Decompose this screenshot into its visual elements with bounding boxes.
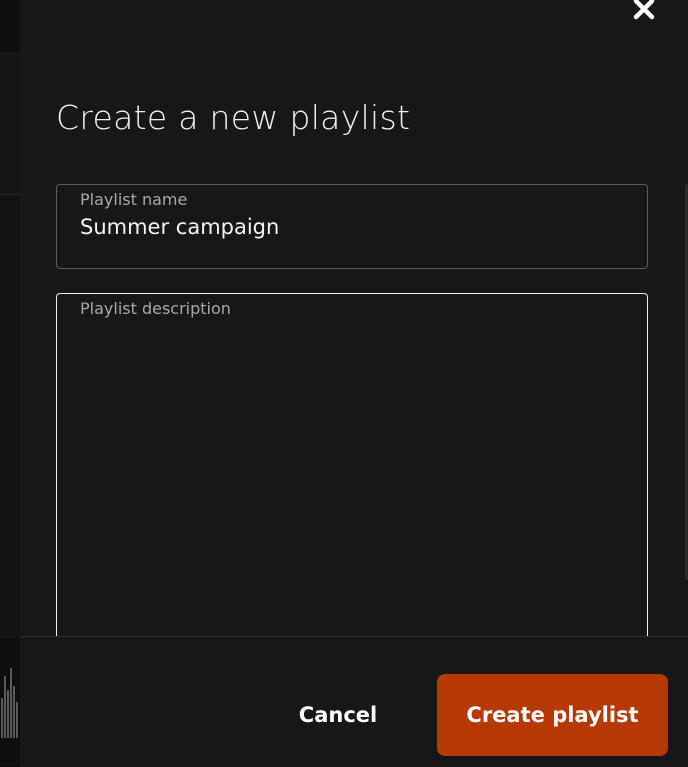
waveform-bar xyxy=(1,698,3,738)
backdrop-content-strip xyxy=(0,195,20,639)
waveform-bar xyxy=(16,702,18,738)
waveform-bar xyxy=(10,668,12,738)
waveform-bar xyxy=(4,676,6,738)
create-playlist-button[interactable]: Create playlist xyxy=(437,674,668,756)
playlist-description-label: Playlist description xyxy=(80,299,231,318)
dialog-footer: Cancel Create playlist xyxy=(20,636,688,767)
close-icon xyxy=(633,0,655,20)
create-playlist-dialog: Create a new playlist Playlist name Play… xyxy=(20,0,688,767)
playlist-name-field[interactable]: Playlist name xyxy=(56,184,648,269)
close-button[interactable] xyxy=(629,0,659,24)
backdrop-panel-strip xyxy=(0,52,20,195)
playlist-name-label: Playlist name xyxy=(80,190,188,209)
dialog-title: Create a new playlist xyxy=(56,98,411,137)
backdrop-waveform xyxy=(0,640,20,766)
playlist-name-input[interactable] xyxy=(80,215,620,239)
playlist-description-field[interactable]: Playlist description xyxy=(56,293,648,653)
cancel-button[interactable]: Cancel xyxy=(282,677,394,753)
waveform-bar xyxy=(13,686,15,738)
backdrop-header-strip xyxy=(0,0,20,52)
waveform-bar xyxy=(7,690,9,738)
playlist-description-input[interactable] xyxy=(80,328,620,628)
